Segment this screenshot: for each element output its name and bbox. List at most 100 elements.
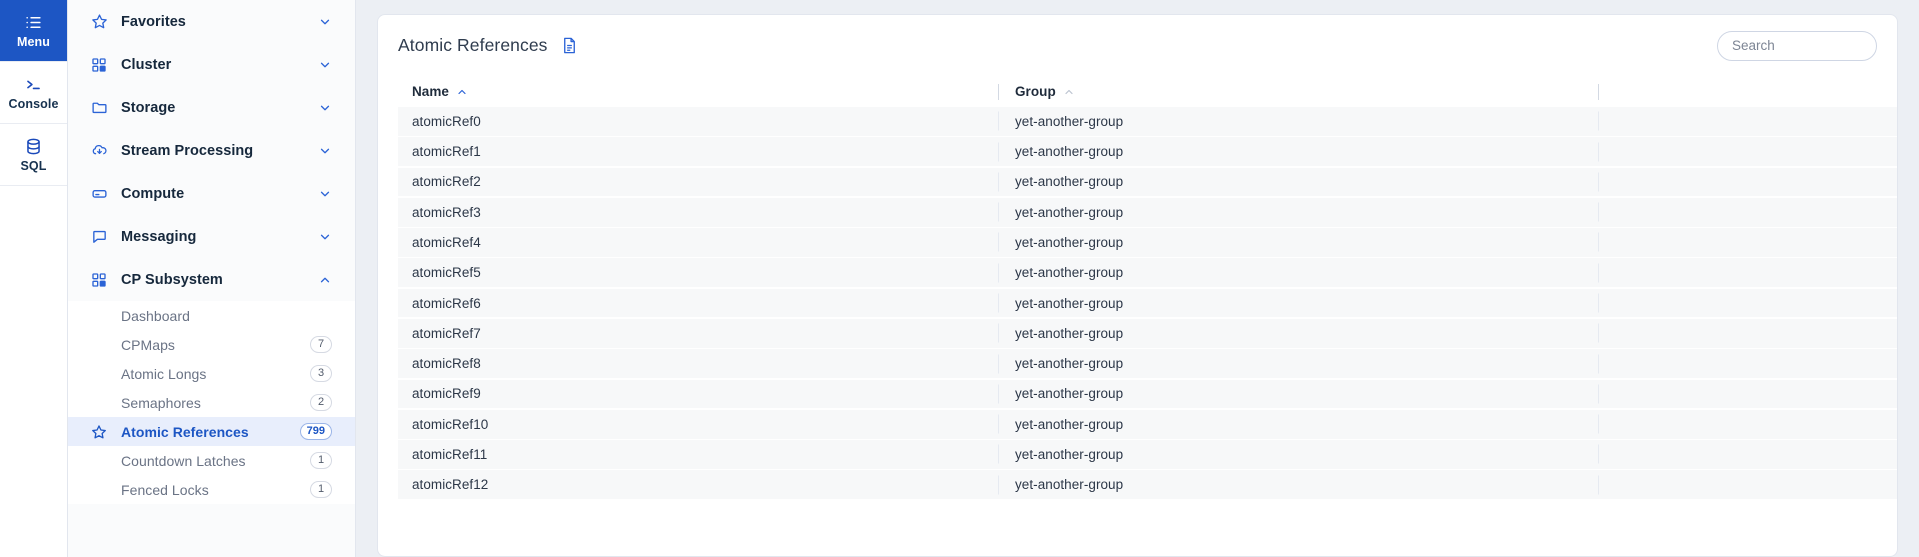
cell-name: atomicRef11 <box>412 446 488 462</box>
main-content: Atomic References Search Name Group atom… <box>356 0 1919 557</box>
cell-name: atomicRef2 <box>412 174 481 190</box>
cell-divider <box>998 263 999 283</box>
table-row[interactable]: atomicRef4 yet-another-group <box>398 228 1897 257</box>
sidebar-item-atomic-references-badge: 799 <box>299 423 332 440</box>
sidebar-item-dashboard[interactable]: Dashboard <box>68 301 355 330</box>
sidebar-item-atomic-longs[interactable]: Atomic Longs 3 <box>68 359 355 388</box>
table-row[interactable]: atomicRef11 yet-another-group <box>398 440 1897 469</box>
sidebar-group-storage[interactable]: Storage <box>68 86 355 129</box>
sidebar-item-atomic-references-label: Atomic References <box>121 423 249 440</box>
sidebar-item-countdown-latches[interactable]: Countdown Latches 1 <box>68 446 355 475</box>
database-icon <box>24 137 43 156</box>
cell-group: yet-another-group <box>998 414 1598 434</box>
sidebar-item-atomic-references[interactable]: Atomic References 799 <box>68 417 355 446</box>
table-header-row: Name Group <box>378 76 1897 107</box>
cell-group: yet-another-group <box>998 232 1598 252</box>
cell-name: atomicRef3 <box>412 204 481 220</box>
chevron-down-icon[interactable] <box>318 101 332 115</box>
cell-divider <box>998 172 999 192</box>
cell-group-text: yet-another-group <box>1015 174 1124 190</box>
sidebar-item-fenced-locks-label: Fenced Locks <box>121 481 209 498</box>
sidebar-item-atomic-longs-badge: 3 <box>310 365 332 382</box>
rail-item-console-label: Console <box>8 96 59 111</box>
cell-divider <box>998 414 999 434</box>
sidebar-item-countdown-latches-label: Countdown Latches <box>121 452 246 469</box>
sidebar-item-fenced-locks[interactable]: Fenced Locks 1 <box>68 475 355 504</box>
chevron-down-icon[interactable] <box>318 187 332 201</box>
sidebar-group-stream-processing[interactable]: Stream Processing <box>68 129 355 172</box>
cell-divider <box>1598 384 1599 404</box>
table-row[interactable]: atomicRef12 yet-another-group <box>398 470 1897 500</box>
cell-name: atomicRef8 <box>412 356 481 372</box>
chevron-down-icon[interactable] <box>318 144 332 158</box>
app-root: Menu Console SQL Favorites Cluster Stora… <box>0 0 1919 557</box>
rail-item-menu[interactable]: Menu <box>0 0 67 62</box>
sidebar: Favorites Cluster Storage Stream Process… <box>68 0 356 557</box>
cell-divider <box>1598 354 1599 374</box>
column-header-name[interactable]: Name <box>398 84 998 99</box>
cell-divider <box>1598 202 1599 222</box>
sidebar-item-semaphores[interactable]: Semaphores 2 <box>68 388 355 417</box>
table-row[interactable]: atomicRef9 yet-another-group <box>398 379 1897 409</box>
grid-icon <box>90 57 108 73</box>
star-icon <box>90 13 108 30</box>
table-row[interactable]: atomicRef2 yet-another-group <box>398 167 1897 197</box>
cell-divider <box>1598 142 1599 162</box>
cell-group: yet-another-group <box>998 354 1598 374</box>
search-box[interactable] <box>1717 30 1897 61</box>
table-row[interactable]: atomicRef3 yet-another-group <box>398 197 1897 227</box>
cell-group-text: yet-another-group <box>1015 295 1124 311</box>
column-divider <box>998 83 999 100</box>
cell-divider <box>998 142 999 162</box>
chevron-down-icon[interactable] <box>318 230 332 244</box>
rail-filler <box>0 186 67 557</box>
cell-group-text: yet-another-group <box>1015 416 1124 432</box>
sidebar-group-cp-subsystem[interactable]: CP Subsystem <box>68 258 355 301</box>
column-header-group[interactable]: Group <box>998 83 1598 100</box>
star-icon[interactable] <box>90 424 108 440</box>
cell-group: yet-another-group <box>998 172 1598 192</box>
cell-group-text: yet-another-group <box>1015 204 1124 220</box>
sidebar-group-messaging[interactable]: Messaging <box>68 215 355 258</box>
table-row[interactable]: atomicRef8 yet-another-group <box>398 349 1897 378</box>
sort-asc-icon[interactable] <box>1063 86 1075 98</box>
rail-item-sql-label: SQL <box>20 158 47 173</box>
sidebar-group-compute[interactable]: Compute <box>68 172 355 215</box>
column-divider <box>1598 83 1599 100</box>
rail-item-sql[interactable]: SQL <box>0 124 67 186</box>
table-row[interactable]: atomicRef10 yet-another-group <box>398 409 1897 439</box>
cell-group: yet-another-group <box>998 142 1598 162</box>
atomic-references-card: Atomic References Search Name Group atom… <box>377 14 1898 557</box>
rail-item-console[interactable]: Console <box>0 62 67 124</box>
cell-divider <box>1598 475 1599 495</box>
cell-group: yet-another-group <box>998 384 1598 404</box>
table-row[interactable]: atomicRef1 yet-another-group <box>398 137 1897 166</box>
cell-group-text: yet-another-group <box>1015 386 1124 402</box>
cell-group-text: yet-another-group <box>1015 325 1124 341</box>
cell-group-text: yet-another-group <box>1015 113 1124 129</box>
sidebar-group-favorites[interactable]: Favorites <box>68 0 355 43</box>
cell-divider <box>1598 414 1599 434</box>
table-row[interactable]: atomicRef0 yet-another-group <box>398 107 1897 136</box>
document-icon[interactable] <box>560 36 579 55</box>
atomic-references-table: Name Group atomicRef0 yet-another-group … <box>378 76 1897 500</box>
table-row[interactable]: atomicRef5 yet-another-group <box>398 258 1897 288</box>
cell-group: yet-another-group <box>998 323 1598 343</box>
cell-group: yet-another-group <box>998 263 1598 283</box>
sidebar-item-cpmaps[interactable]: CPMaps 7 <box>68 330 355 359</box>
table-row[interactable]: atomicRef6 yet-another-group <box>398 288 1897 318</box>
sidebar-group-cluster[interactable]: Cluster <box>68 43 355 86</box>
sort-asc-icon[interactable] <box>456 86 468 98</box>
chevron-up-icon[interactable] <box>318 273 332 287</box>
cell-divider <box>1598 323 1599 343</box>
cell-name: atomicRef6 <box>412 295 481 311</box>
table-row[interactable]: atomicRef7 yet-another-group <box>398 318 1897 348</box>
search-input[interactable] <box>1732 38 1897 53</box>
cell-divider <box>998 293 999 313</box>
cell-divider <box>1598 172 1599 192</box>
cell-name: atomicRef10 <box>412 416 489 432</box>
cell-divider <box>998 384 999 404</box>
chevron-down-icon[interactable] <box>318 15 332 29</box>
chevron-down-icon[interactable] <box>318 58 332 72</box>
cell-group-text: yet-another-group <box>1015 446 1124 462</box>
